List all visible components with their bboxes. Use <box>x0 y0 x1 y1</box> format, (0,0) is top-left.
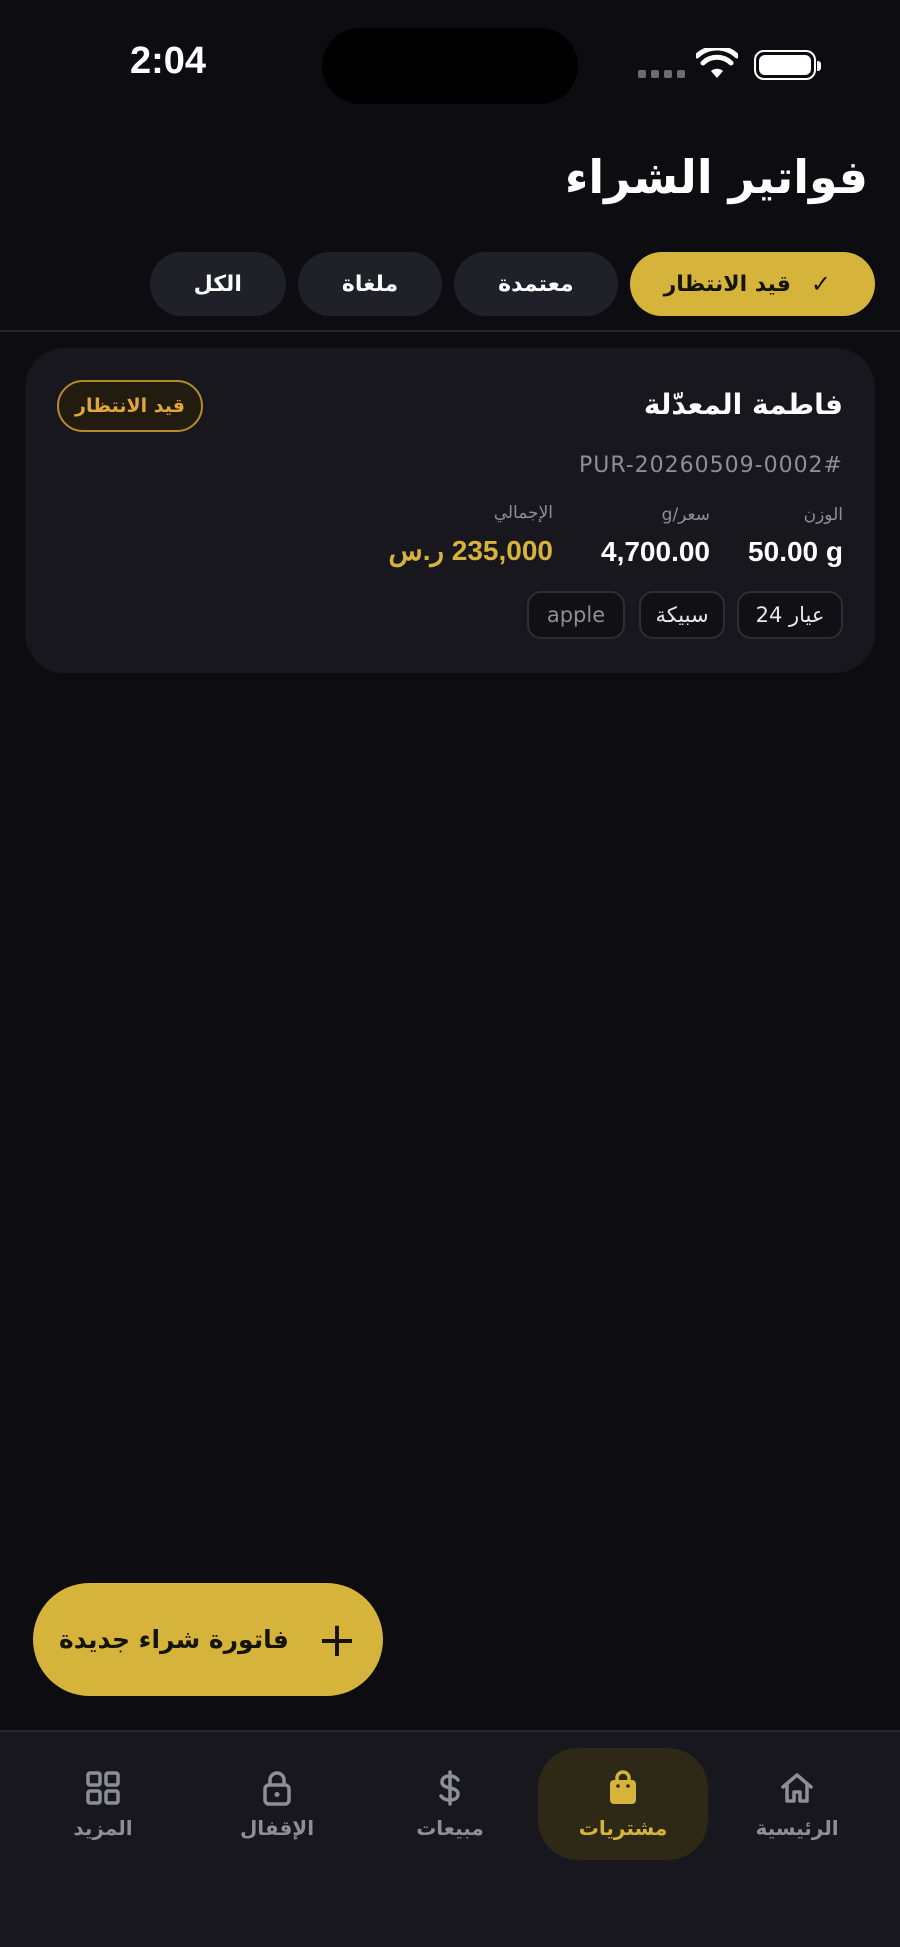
filter-chip-cancelled[interactable]: ملغاة <box>297 252 443 316</box>
dynamic-island <box>322 28 578 104</box>
filter-chips: ✓ قيد الانتظار معتمدة ملغاة الكل <box>149 252 875 316</box>
filter-chip-label: قيد الانتظار <box>663 271 791 297</box>
home-icon <box>781 1773 813 1803</box>
battery-icon <box>754 50 821 80</box>
nav-item-home[interactable]: الرئيسية <box>712 1748 882 1860</box>
total-label: الإجمالي <box>493 503 553 523</box>
nav-item-closing[interactable]: الإقفال <box>192 1748 362 1860</box>
dollar-icon <box>439 1770 460 1806</box>
filter-chip-label: معتمدة <box>498 271 574 297</box>
filter-chip-all[interactable]: الكل <box>149 252 286 316</box>
price-label: سعر/g <box>661 505 710 525</box>
weight-label: الوزن <box>803 505 843 525</box>
nav-item-sales[interactable]: مبيعات <box>365 1748 535 1860</box>
filter-divider <box>0 330 900 332</box>
plus-icon: + <box>316 1611 358 1668</box>
price-value: 4,700.00 <box>601 536 710 567</box>
nav-item-label: مبيعات <box>416 1816 484 1840</box>
filter-chip-approved[interactable]: معتمدة <box>454 252 618 316</box>
cellular-signal-icon <box>638 70 685 78</box>
filter-chip-pending[interactable]: ✓ قيد الانتظار <box>629 252 875 316</box>
new-purchase-invoice-button[interactable]: + فاتورة شراء جديدة <box>33 1583 383 1696</box>
page-title: فواتير الشراء <box>564 150 868 204</box>
nav-item-label: مشتريات <box>578 1816 668 1840</box>
invoice-card[interactable]: فاطمة المعدّلة قيد الانتظار PUR-20260509… <box>25 348 875 673</box>
invoice-number: PUR-20260509-0002# <box>578 453 843 478</box>
nav-item-purchases[interactable]: مشتريات <box>538 1748 708 1860</box>
note-tag: apple <box>527 591 625 639</box>
weight-value: 50.00 g <box>748 536 843 567</box>
grid-icon <box>86 1771 120 1805</box>
lock-icon <box>263 1771 291 1806</box>
filter-chip-label: ملغاة <box>341 271 399 297</box>
wifi-icon <box>696 48 738 78</box>
filter-chip-label: الكل <box>193 271 242 297</box>
nav-item-label: الإقفال <box>239 1816 315 1840</box>
invoice-customer-name: فاطمة المعدّلة <box>643 388 843 421</box>
total-value: 235,000 ر.س <box>388 535 553 566</box>
type-tag: سبيكة <box>639 591 725 639</box>
checkmark-icon: ✓ <box>810 270 831 298</box>
nav-item-label: الرئيسية <box>755 1816 839 1840</box>
nav-item-more[interactable]: المزيد <box>18 1748 188 1860</box>
status-time: 2:04 <box>130 40 207 82</box>
new-purchase-invoice-label: فاتورة شراء جديدة <box>58 1625 289 1654</box>
karat-tag: عيار 24 <box>737 591 843 639</box>
shopping-bag-icon <box>610 1770 636 1804</box>
nav-item-label: المزيد <box>73 1816 133 1840</box>
status-badge: قيد الانتظار <box>57 380 203 432</box>
